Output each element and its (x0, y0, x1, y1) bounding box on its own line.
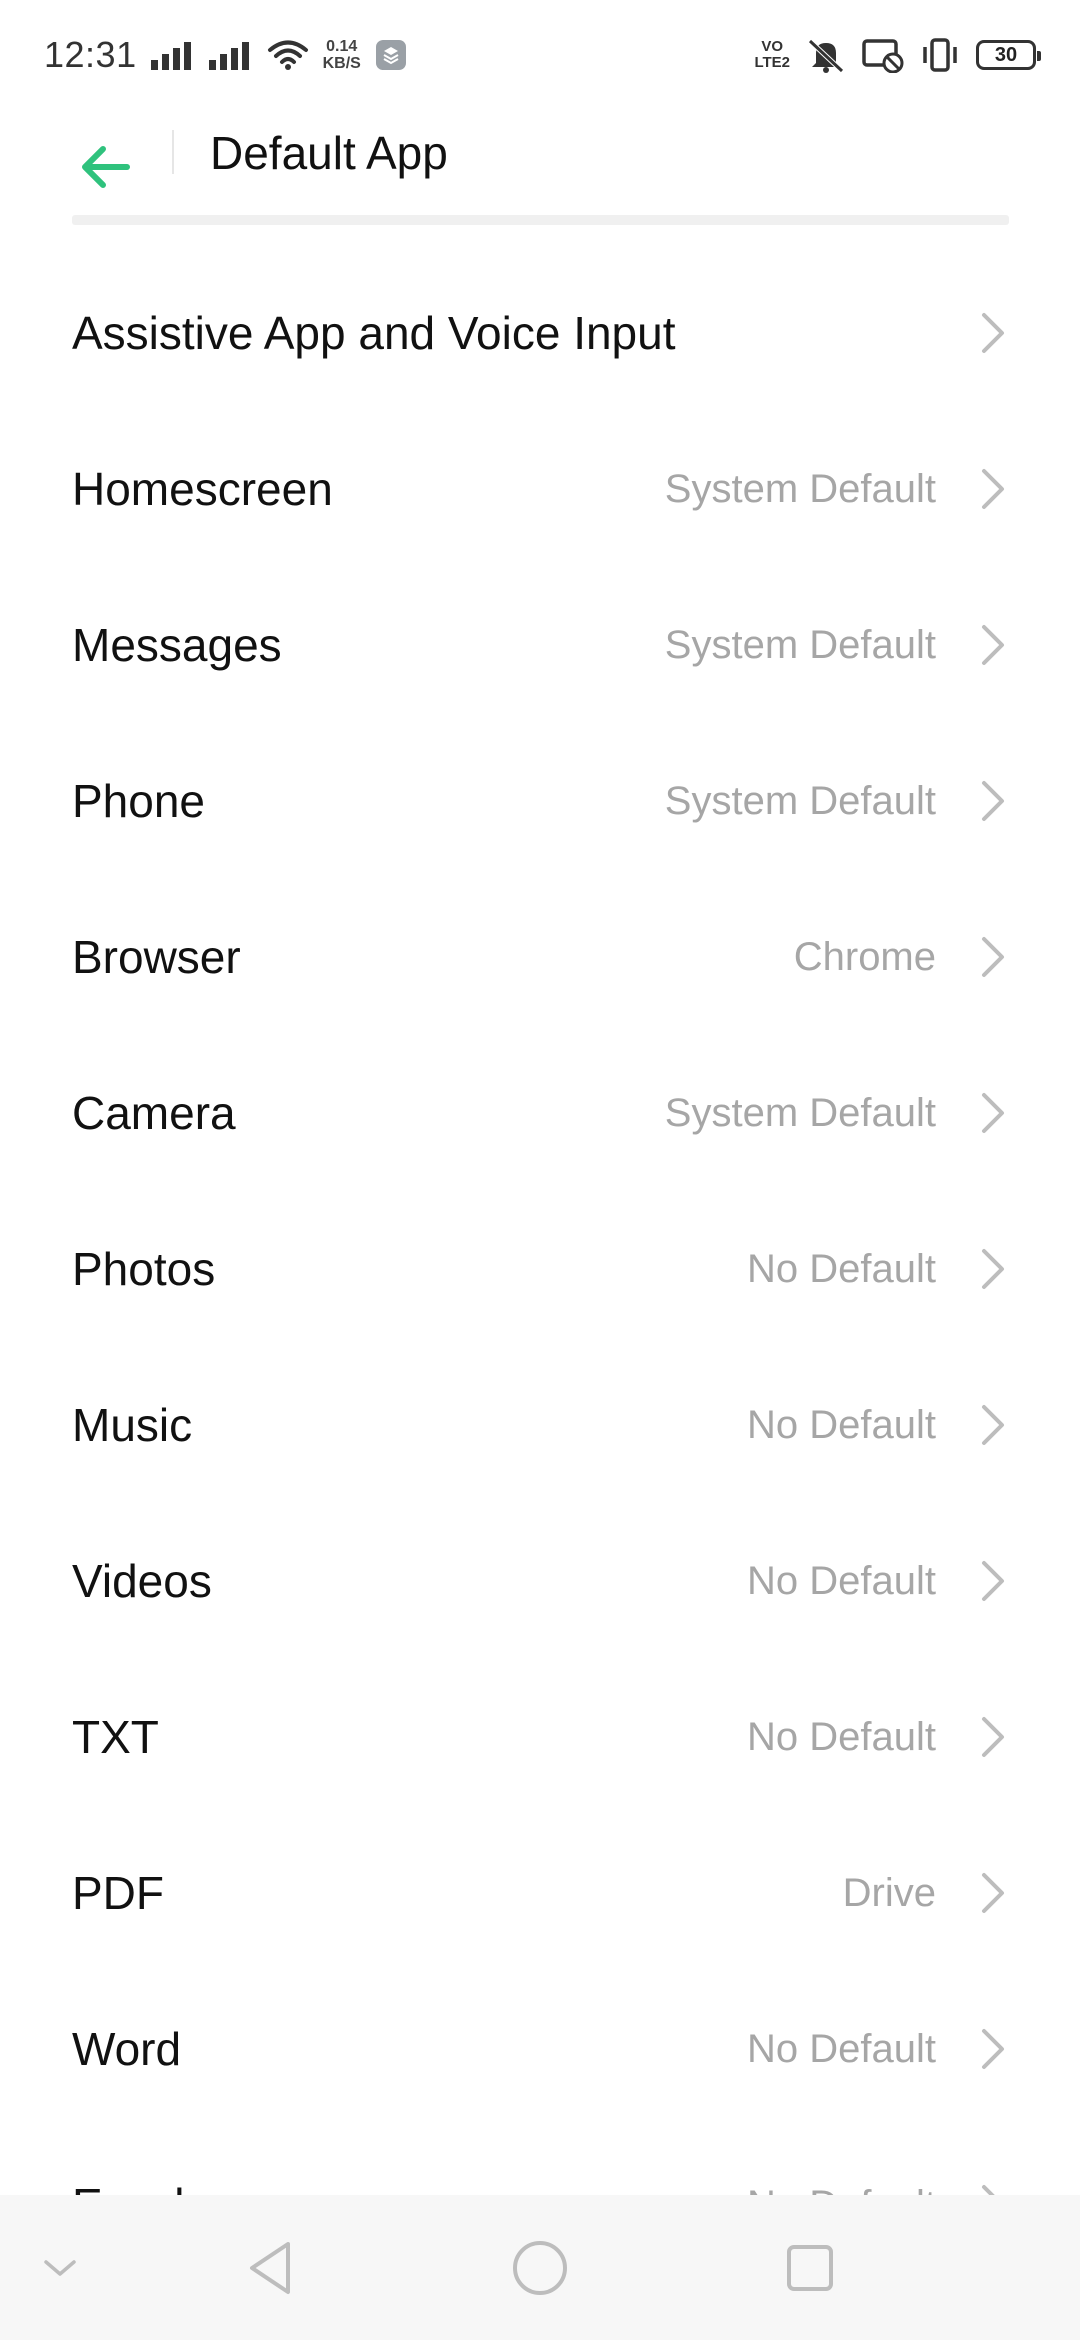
chevron-right-icon (978, 1715, 1008, 1759)
net-speed-value: 0.14 (326, 38, 358, 55)
item-label: Phone (72, 775, 206, 827)
app-notification-icon (375, 39, 407, 71)
item-value: Chrome (793, 934, 936, 979)
nav-recents-button[interactable] (760, 2195, 860, 2340)
status-bar: 12:31 0.14 KB/S VO LTE2 30 (0, 0, 1080, 110)
volte-icon: VO LTE2 (754, 39, 790, 71)
navigation-bar (0, 2195, 1080, 2340)
chevron-right-icon (978, 1871, 1008, 1915)
chevron-right-icon (978, 935, 1008, 979)
collapse-nav-button[interactable] (20, 2195, 100, 2340)
mute-icon (806, 37, 846, 73)
item-label: Assistive App and Voice Input (72, 307, 676, 359)
list-item[interactable]: Assistive App and Voice Input (0, 255, 1080, 411)
list-item[interactable]: Messages System Default (0, 567, 1080, 723)
item-label: PDF (72, 1867, 164, 1919)
status-left: 12:31 0.14 KB/S (44, 34, 407, 76)
net-speed: 0.14 KB/S (323, 38, 361, 72)
item-label: Homescreen (72, 463, 333, 515)
item-label: Word (72, 2023, 182, 2075)
battery-level: 30 (994, 43, 1018, 66)
list-item[interactable]: Music No Default (0, 1347, 1080, 1503)
item-label: Photos (72, 1243, 216, 1295)
item-label: Browser (72, 931, 241, 983)
list-item[interactable]: Photos No Default (0, 1191, 1080, 1347)
item-value: System Default (664, 1090, 936, 1135)
nav-back-button[interactable] (220, 2195, 320, 2340)
status-time: 12:31 (44, 34, 137, 75)
wifi-icon (267, 39, 309, 71)
header-divider-bar (72, 215, 1009, 225)
default-app-list: Assistive App and Voice Input Homescreen S… (0, 255, 1080, 2283)
item-value: No Default (747, 1558, 936, 1603)
status-right: VO LTE2 30 (754, 37, 1041, 73)
list-item[interactable]: Phone System Default (0, 723, 1080, 879)
item-value: System Default (664, 622, 936, 667)
signal-icon (208, 40, 253, 70)
chevron-right-icon (978, 1559, 1008, 1603)
item-value: No Default (747, 1246, 936, 1291)
list-item[interactable]: Camera System Default (0, 1035, 1080, 1191)
item-value: System Default (664, 466, 936, 511)
header-divider (172, 130, 174, 174)
cast-blocked-icon (862, 37, 904, 73)
volte-top: VO (761, 38, 784, 55)
item-value: No Default (747, 1402, 936, 1447)
back-button[interactable] (70, 132, 140, 202)
page-title: Default App (210, 127, 448, 179)
collapse-icon (44, 2259, 76, 2276)
list-item[interactable]: Word No Default (0, 1971, 1080, 2127)
battery-icon: 30 (976, 40, 1041, 70)
chevron-right-icon (978, 467, 1008, 511)
chevron-right-icon (978, 1091, 1008, 1135)
chevron-right-icon (978, 1403, 1008, 1447)
home-icon (513, 2240, 567, 2295)
recents-icon (787, 2244, 833, 2291)
back-icon (250, 2241, 290, 2294)
net-speed-unit: KB/S (322, 55, 361, 72)
item-label: Camera (72, 1087, 236, 1139)
back-arrow-icon (82, 146, 130, 188)
header: Default App (0, 110, 1080, 220)
list-item[interactable]: Browser Chrome (0, 879, 1080, 1035)
list-item[interactable]: TXT No Default (0, 1659, 1080, 1815)
vibrate-icon (920, 37, 960, 73)
item-value: System Default (664, 778, 936, 823)
item-label: TXT (72, 1711, 159, 1763)
chevron-right-icon (978, 2027, 1008, 2071)
nav-home-button[interactable] (490, 2195, 590, 2340)
volte-bottom: LTE2 (754, 54, 790, 71)
chevron-right-icon (978, 311, 1008, 355)
chevron-right-icon (978, 779, 1008, 823)
item-value: No Default (747, 1714, 936, 1759)
chevron-right-icon (978, 1247, 1008, 1291)
item-value: Drive (842, 1870, 936, 1915)
list-item[interactable]: Homescreen System Default (0, 411, 1080, 567)
item-label: Messages (72, 619, 282, 671)
list-item[interactable]: PDF Drive (0, 1815, 1080, 1971)
signal-icon (150, 40, 195, 70)
chevron-right-icon (978, 623, 1008, 667)
item-value: No Default (747, 2026, 936, 2071)
item-label: Videos (72, 1555, 212, 1607)
item-label: Music (72, 1399, 193, 1451)
list-item[interactable]: Videos No Default (0, 1503, 1080, 1659)
